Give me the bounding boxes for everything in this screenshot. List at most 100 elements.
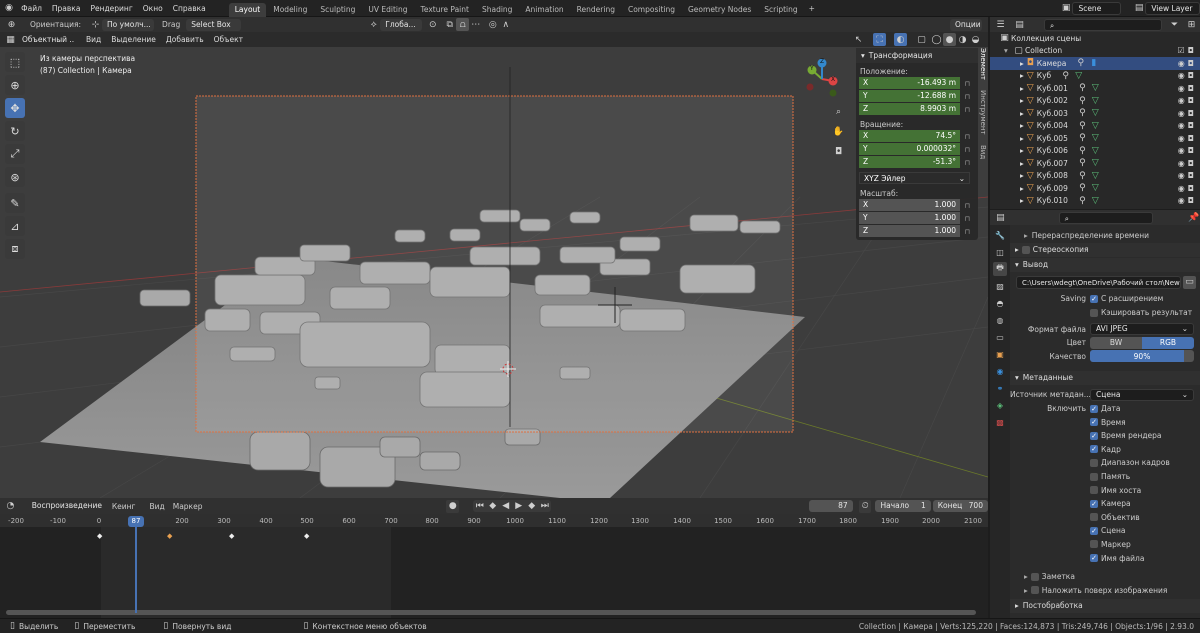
post-section[interactable]: ▸ Постобработка bbox=[1010, 599, 1200, 614]
lock-icon[interactable]: ⊓ bbox=[960, 159, 970, 167]
outliner-scene-collection[interactable]: ▣ Коллекция сцены bbox=[990, 32, 1200, 45]
lock-icon[interactable]: ⊓ bbox=[960, 228, 970, 236]
scale-y-field[interactable]: Y 1.000 bbox=[859, 212, 960, 224]
scale-tool-icon[interactable]: ⤢ bbox=[5, 144, 25, 164]
render-camera-icon[interactable]: ◘ bbox=[1188, 134, 1194, 143]
pivot-icon[interactable]: ⊙ bbox=[426, 18, 439, 31]
workspace-tab[interactable]: Shading bbox=[476, 3, 518, 17]
render-camera-icon[interactable]: ◘ bbox=[1188, 71, 1194, 80]
include-checkbox[interactable] bbox=[1090, 540, 1098, 549]
keyframe[interactable]: ◆ bbox=[97, 532, 102, 540]
zoom-icon[interactable]: ⌕ bbox=[832, 105, 845, 118]
eye-icon[interactable]: ◉ bbox=[1178, 71, 1185, 80]
menu-item[interactable]: Правка bbox=[47, 0, 86, 17]
jump-end-icon[interactable]: ⏭ bbox=[538, 500, 551, 513]
add-cube-tool-icon[interactable]: ⧈ bbox=[5, 239, 25, 259]
workspace-tab[interactable]: Compositing bbox=[622, 3, 681, 17]
pin-icon[interactable]: 📌 bbox=[1187, 211, 1200, 224]
lock-icon[interactable]: ⊓ bbox=[960, 106, 970, 114]
lock-icon[interactable]: ⊓ bbox=[960, 133, 970, 141]
timeline-editor-icon[interactable]: ◔ bbox=[4, 500, 17, 513]
burn-checkbox[interactable] bbox=[1030, 586, 1039, 595]
render-camera-icon[interactable]: ◘ bbox=[1188, 184, 1194, 193]
tool-tab-icon[interactable]: 🔧 bbox=[993, 228, 1007, 242]
scale-z-field[interactable]: Z 1.000 bbox=[859, 225, 960, 237]
output-section[interactable]: ▾ Вывод bbox=[1010, 257, 1200, 272]
timeline-scrollbar[interactable] bbox=[6, 610, 976, 615]
output-tab-icon[interactable]: 🖶 bbox=[993, 262, 1007, 276]
selectability-icon[interactable]: ↖ bbox=[852, 33, 865, 46]
collection-tab-icon[interactable]: ▭ bbox=[993, 330, 1007, 344]
format-select[interactable]: AVI JPEG ⌄ bbox=[1090, 323, 1194, 336]
menu-item[interactable]: Окно bbox=[138, 0, 168, 17]
lock-icon[interactable]: ⊓ bbox=[960, 146, 970, 154]
eye-icon[interactable]: ◉ bbox=[1178, 159, 1185, 168]
cursor-tool-icon[interactable]: ⊕ bbox=[5, 75, 25, 95]
move-tool-button-icon[interactable]: ✥ bbox=[5, 98, 25, 118]
menu-item[interactable]: Справка bbox=[168, 0, 211, 17]
data-tab-icon[interactable]: ◈ bbox=[993, 398, 1007, 412]
include-checkbox[interactable] bbox=[1090, 472, 1098, 481]
burn-row[interactable]: ▸ Наложить поверх изображения bbox=[1010, 583, 1200, 597]
physics-tab-icon[interactable]: ◉ bbox=[993, 364, 1007, 378]
scale-x-field[interactable]: X 1.000 bbox=[859, 199, 960, 211]
scene-field[interactable]: Scene bbox=[1072, 1, 1121, 15]
outliner-editor-icon[interactable]: ☰ bbox=[994, 18, 1007, 31]
workspace-tab[interactable]: Animation bbox=[519, 3, 569, 17]
overlay-icon[interactable]: ◐ bbox=[894, 33, 907, 46]
workspace-tab[interactable]: Modeling bbox=[267, 3, 313, 17]
include-checkbox[interactable] bbox=[1090, 513, 1098, 522]
location-y-field[interactable]: Y -12.688 m bbox=[859, 90, 960, 102]
prev-key-icon[interactable]: ◆ bbox=[486, 500, 499, 513]
lock-icon[interactable]: ⊓ bbox=[960, 215, 970, 223]
outliner-collection[interactable]: ▾ ▢ Collection ☑ ◘ bbox=[990, 45, 1200, 58]
filter-icon[interactable]: ⏷ bbox=[1168, 18, 1181, 31]
snap-icon[interactable]: ⧉ bbox=[443, 18, 456, 31]
collection-camera-icon[interactable]: ◘ bbox=[1188, 46, 1194, 55]
play-icon[interactable]: ▶ bbox=[512, 500, 525, 513]
snap-target-icon[interactable]: ⋯ bbox=[469, 18, 482, 31]
object-tab-icon[interactable]: ▣ bbox=[993, 347, 1007, 361]
include-checkbox[interactable]: ✓ bbox=[1090, 404, 1098, 413]
keyframe[interactable]: ◆ bbox=[167, 532, 172, 540]
texture-tab-icon[interactable]: ▩ bbox=[993, 415, 1007, 429]
outliner-item[interactable]: ▸ ▽ Куб ⚲ ▽ ◉ ◘ bbox=[990, 70, 1200, 83]
tab-tool[interactable]: Инструмент bbox=[979, 90, 987, 135]
stereo-section[interactable]: ▸ Стереоскопия bbox=[1010, 242, 1200, 257]
rotation-y-field[interactable]: Y 0.000032° bbox=[859, 143, 960, 155]
workspace-tab[interactable]: Sculpting bbox=[314, 3, 361, 17]
add-workspace-button[interactable]: + bbox=[809, 4, 815, 13]
workspace-tab[interactable]: Rendering bbox=[571, 3, 621, 17]
blender-logo-icon[interactable]: ◉ bbox=[5, 2, 13, 15]
outliner-item[interactable]: ▸ ▽ Куб.004 ⚲ ▽ ◉ ◘ bbox=[990, 120, 1200, 133]
tab-item[interactable]: Элемент bbox=[979, 48, 987, 80]
next-key-icon[interactable]: ◆ bbox=[525, 500, 538, 513]
extension-checkbox[interactable]: ✓ bbox=[1090, 294, 1098, 303]
lock-icon[interactable]: ⊓ bbox=[960, 202, 970, 210]
render-camera-icon[interactable]: ◘ bbox=[1188, 109, 1194, 118]
current-frame-field[interactable]: 87 bbox=[809, 500, 853, 512]
world-tab-icon[interactable]: ◍ bbox=[993, 313, 1007, 327]
lock-icon[interactable]: ⊓ bbox=[960, 93, 970, 101]
workspace-tab[interactable]: Layout bbox=[228, 2, 267, 17]
eye-icon[interactable]: ◉ bbox=[1178, 184, 1185, 193]
transform-panel-header[interactable]: ▾ Трансформация bbox=[856, 48, 978, 63]
include-checkbox[interactable]: ✓ bbox=[1090, 431, 1098, 440]
keying-menu[interactable]: Кеинг bbox=[112, 502, 136, 511]
render-tab-icon[interactable]: ◫ bbox=[993, 245, 1007, 259]
rotate-tool-icon[interactable]: ↻ bbox=[5, 121, 25, 141]
quality-slider[interactable]: 90% bbox=[1090, 350, 1194, 363]
solid-shading-icon[interactable]: ● bbox=[943, 33, 956, 46]
eye-icon[interactable]: ◉ bbox=[1178, 146, 1185, 155]
viewport-menu-item[interactable]: Вид bbox=[81, 31, 106, 48]
orientation-select[interactable]: По умолч... bbox=[102, 18, 155, 31]
playhead-line[interactable] bbox=[135, 527, 137, 613]
folder-icon[interactable]: ▭ bbox=[1183, 275, 1196, 289]
workspace-tab[interactable]: Geometry Nodes bbox=[682, 3, 757, 17]
include-checkbox[interactable]: ✓ bbox=[1090, 499, 1098, 508]
measure-tool-icon[interactable]: ⊿ bbox=[5, 216, 25, 236]
note-checkbox[interactable] bbox=[1030, 572, 1039, 581]
bw-button[interactable]: BW bbox=[1090, 336, 1142, 349]
wireframe-shading-icon[interactable]: ◯ bbox=[930, 33, 943, 46]
properties-search[interactable]: ⌕ bbox=[1058, 211, 1154, 224]
